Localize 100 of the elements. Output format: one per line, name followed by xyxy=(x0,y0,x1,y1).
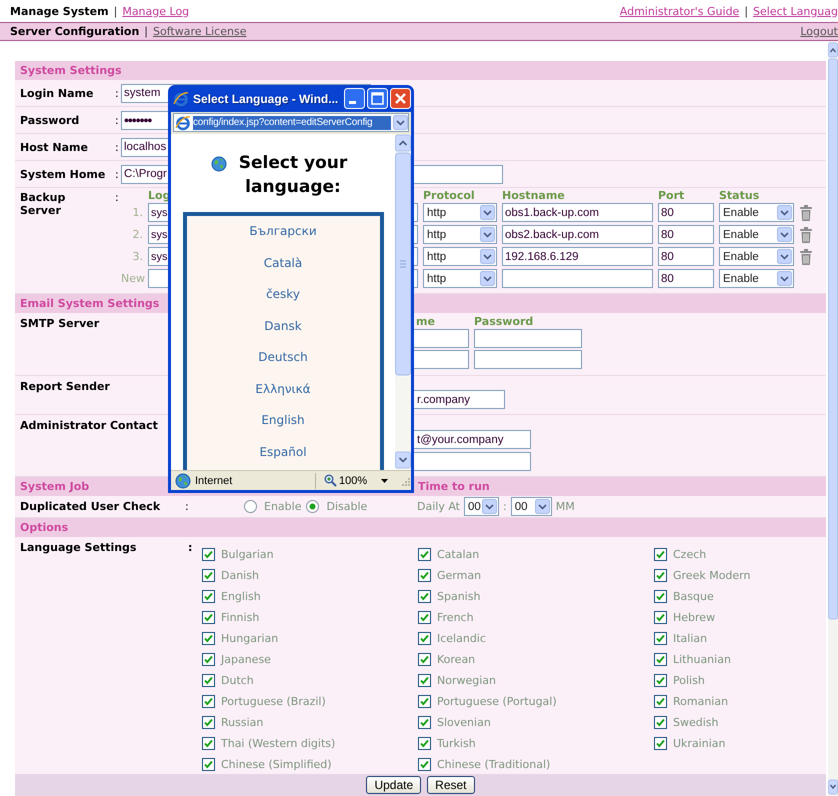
checkbox[interactable] xyxy=(202,653,215,666)
language-link[interactable]: Ελληνικά xyxy=(255,374,311,405)
checkbox[interactable] xyxy=(202,674,215,687)
checkbox[interactable] xyxy=(202,695,215,708)
address-field[interactable]: config/index.jsp?content=editServerConfig xyxy=(173,113,409,132)
hour-select[interactable]: 00 xyxy=(464,497,499,516)
minute-select[interactable]: 00 xyxy=(510,497,552,516)
checkbox-label: Catalan xyxy=(437,548,480,561)
checkbox[interactable] xyxy=(202,716,215,729)
trash-icon[interactable] xyxy=(799,204,813,220)
checkbox[interactable] xyxy=(654,611,667,624)
checkbox[interactable] xyxy=(418,758,431,771)
zoom-level[interactable]: 100% xyxy=(339,474,368,486)
checkbox[interactable] xyxy=(654,737,667,750)
radio-button[interactable] xyxy=(244,500,257,513)
status-select[interactable]: Enable xyxy=(719,225,794,244)
input-field[interactable]: 80 xyxy=(658,203,714,222)
language-link[interactable]: Català xyxy=(264,248,302,279)
language-link[interactable]: English xyxy=(261,405,305,436)
checkbox[interactable] xyxy=(654,632,667,645)
protocol-select[interactable]: http xyxy=(423,247,497,266)
checkbox-label: Norwegian xyxy=(437,674,496,687)
input-field[interactable]: 80 xyxy=(658,247,714,266)
column-header: me xyxy=(415,317,436,327)
checkbox-label: Korean xyxy=(437,653,476,666)
checkbox[interactable] xyxy=(418,611,431,624)
checkbox[interactable] xyxy=(202,548,215,561)
checkbox[interactable] xyxy=(418,716,431,729)
nav-link[interactable]: Software License xyxy=(153,25,246,38)
language-link[interactable]: česky xyxy=(266,279,300,310)
input-field[interactable]: 80 xyxy=(658,225,714,244)
input-field[interactable]: 80 xyxy=(658,269,714,288)
input-field[interactable] xyxy=(474,350,582,369)
caret-icon[interactable] xyxy=(381,478,388,482)
browser-icon xyxy=(175,114,191,130)
checkbox[interactable] xyxy=(418,632,431,645)
checkbox[interactable] xyxy=(654,674,667,687)
action-button[interactable]: Update xyxy=(366,776,422,794)
nav-link[interactable]: Server Configuration xyxy=(10,25,140,38)
language-link[interactable]: Български xyxy=(249,216,317,248)
logout-link[interactable]: Logout xyxy=(800,25,838,38)
trash-icon[interactable] xyxy=(799,248,813,264)
nav-link[interactable]: Administrator's Guide xyxy=(620,4,740,18)
language-link[interactable]: Dansk xyxy=(264,310,302,342)
status-select[interactable]: Enable xyxy=(719,269,794,288)
scrollbar[interactable] xyxy=(395,134,411,470)
protocol-select[interactable]: http xyxy=(423,269,497,288)
colon: : xyxy=(185,500,190,513)
checkbox[interactable] xyxy=(202,590,215,603)
minimize-button[interactable] xyxy=(344,88,365,109)
nav-link[interactable]: Select Languag xyxy=(753,4,838,18)
input-field[interactable]: obs2.back-up.com xyxy=(502,225,653,244)
checkbox[interactable] xyxy=(654,590,667,603)
checkbox[interactable] xyxy=(202,758,215,771)
checkbox[interactable] xyxy=(418,548,431,561)
nav-link[interactable]: Manage System xyxy=(10,4,109,18)
language-link[interactable]: Deutsch xyxy=(258,342,308,374)
checkbox-label: Japanese xyxy=(221,653,271,666)
close-button[interactable] xyxy=(390,88,411,109)
checkbox[interactable] xyxy=(418,674,431,687)
checkbox[interactable] xyxy=(654,695,667,708)
section-title: Email System Settings xyxy=(20,297,160,310)
status-select[interactable]: Enable xyxy=(719,203,794,222)
checkbox[interactable] xyxy=(202,611,215,624)
row-number: New xyxy=(121,272,143,285)
maximize-button[interactable] xyxy=(367,88,388,109)
trash-icon[interactable] xyxy=(799,226,813,242)
nav-link[interactable]: Manage Log xyxy=(122,4,190,18)
checkbox[interactable] xyxy=(418,695,431,708)
resize-grip-icon xyxy=(400,476,410,486)
checkbox[interactable] xyxy=(418,590,431,603)
scrollbar[interactable] xyxy=(828,41,838,796)
checkbox[interactable] xyxy=(202,737,215,750)
checkbox-label: Basque xyxy=(673,590,714,603)
checkbox[interactable] xyxy=(654,569,667,582)
checkbox-label: Lithuanian xyxy=(673,653,731,666)
checkbox[interactable] xyxy=(654,716,667,729)
checkbox[interactable] xyxy=(418,653,431,666)
checkbox[interactable] xyxy=(202,632,215,645)
status-select[interactable]: Enable xyxy=(719,247,794,266)
checkbox-label: Swedish xyxy=(673,716,718,729)
colon: : xyxy=(188,541,194,554)
input-field[interactable] xyxy=(474,329,582,348)
protocol-select[interactable]: http xyxy=(423,225,497,244)
checkbox[interactable] xyxy=(418,569,431,582)
checkbox[interactable] xyxy=(202,569,215,582)
checkbox[interactable] xyxy=(654,548,667,561)
column-header: Port xyxy=(658,191,686,200)
globe-icon xyxy=(175,472,191,488)
magnifier-icon[interactable] xyxy=(324,474,337,487)
input-field[interactable]: 192.168.6.129 xyxy=(502,247,653,266)
checkbox[interactable] xyxy=(654,653,667,666)
language-link[interactable]: Español xyxy=(259,436,307,468)
radio-button[interactable] xyxy=(306,500,320,513)
action-button[interactable]: Reset xyxy=(427,776,475,794)
protocol-select[interactable]: http xyxy=(423,203,497,222)
checkbox[interactable] xyxy=(418,737,431,750)
input-field[interactable]: obs1.back-up.com xyxy=(502,203,653,222)
checkbox-label: Portuguese (Portugal) xyxy=(437,695,557,708)
input-field[interactable] xyxy=(502,269,653,288)
